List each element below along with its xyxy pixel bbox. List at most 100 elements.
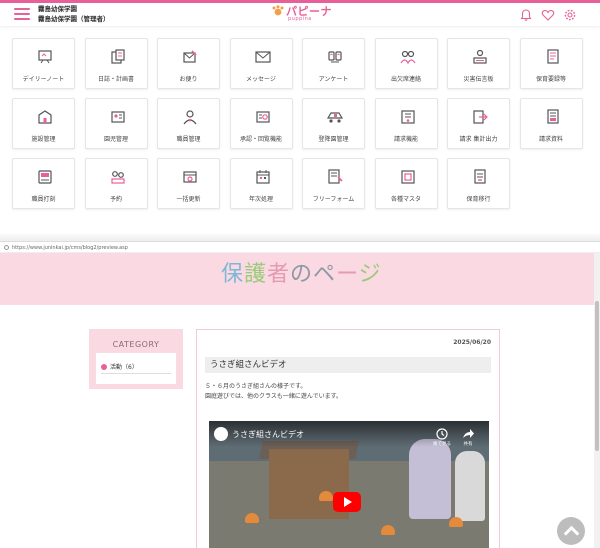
menu-tile-reservation[interactable]: 予約	[84, 158, 148, 209]
video-title[interactable]: うさぎ組さんビデオ	[232, 429, 304, 440]
menu-tile-free-form[interactable]: フリーフォーム	[302, 158, 365, 209]
menu-tile-label: 請求 集計出力	[459, 136, 498, 143]
play-button[interactable]	[333, 492, 361, 512]
menu-tile-label: 承認・回覧機能	[239, 136, 282, 143]
share-icon[interactable]	[461, 427, 475, 441]
video-scene-person	[455, 451, 485, 521]
post-date: 2025/06/20	[453, 339, 491, 346]
bulk-update-icon	[183, 171, 197, 183]
free-form-icon	[328, 169, 343, 184]
app-logo[interactable]: パピーナ puppina	[270, 3, 340, 25]
menu-tile-label: 登降園管理	[318, 136, 349, 143]
menu-tile-pickup[interactable]: 登降園管理	[302, 98, 365, 149]
menu-tile-invoice-export[interactable]: 請求 集計出力	[447, 98, 510, 149]
menu-tile-children[interactable]: 園児管理	[84, 98, 148, 149]
menu-tile-label: 請求機能	[393, 136, 418, 143]
menu-tile-label: メッセージ	[246, 76, 276, 83]
menu-tile-attendance[interactable]: 出欠席連絡	[374, 38, 438, 89]
menu-tile-disaster-board[interactable]: 災害伝言板	[447, 38, 510, 89]
share-label[interactable]: 共有	[458, 441, 478, 447]
approval-icon	[255, 111, 270, 123]
banner-title-part: 保	[221, 262, 245, 287]
menu-tile-label: デイリーノート	[22, 76, 65, 83]
menu-tile-label: 職員打刻	[31, 196, 56, 203]
hamburger-menu-icon[interactable]	[14, 8, 30, 20]
menu-tile-label: お便り	[179, 76, 198, 83]
pickup-icon	[326, 112, 344, 123]
menu-tile-label: 日誌・計画書	[97, 76, 134, 83]
menu-tile-envelope[interactable]: メッセージ	[229, 38, 293, 89]
channel-avatar[interactable]	[214, 427, 228, 441]
menu-tile-label: 各種マスタ	[390, 196, 421, 203]
records-icon	[546, 49, 559, 64]
menu-tile-journal[interactable]: 日誌・計画書	[84, 38, 148, 89]
staff-icon	[183, 110, 197, 125]
menu-tile-master[interactable]: 各種マスタ	[374, 158, 438, 209]
invoice-docs-icon	[546, 109, 559, 124]
video-scene-person	[409, 439, 451, 519]
scrollbar-thumb[interactable]	[595, 301, 599, 451]
category-divider	[101, 373, 171, 374]
banner-title: 保護者のページ	[221, 256, 382, 288]
watch-later-label[interactable]: 後で見る	[432, 441, 452, 447]
menu-tile-label: 予約	[109, 196, 122, 203]
gear-icon[interactable]	[563, 8, 577, 22]
menu-tile-label: 一括更新	[176, 196, 201, 203]
journal-icon	[110, 49, 125, 64]
bell-icon[interactable]	[519, 8, 533, 22]
category-list: 活動（6）	[96, 353, 176, 384]
banner-title-part: のペ	[290, 262, 337, 287]
menu-tile-label: 園児管理	[103, 136, 128, 143]
bullet-icon	[101, 364, 107, 370]
menu-tile-staff[interactable]: 職員管理	[157, 98, 220, 149]
invoice-export-icon	[473, 110, 488, 124]
invoice-icon	[400, 110, 415, 124]
time-clock-icon	[38, 170, 52, 184]
menu-tile-whiteboard[interactable]: デイリーノート	[12, 38, 75, 89]
menu-tile-invoice[interactable]: 請求機能	[374, 98, 438, 149]
video-scene-hat	[381, 525, 395, 535]
banner-title-part: 護	[244, 262, 268, 287]
banner-title-part: ー	[336, 262, 359, 287]
category-item-label: 活動（6）	[110, 364, 138, 371]
menu-tile-time-clock[interactable]: 職員打刻	[12, 158, 75, 209]
video-scene-hat	[245, 513, 259, 523]
calendar-icon	[255, 170, 270, 184]
post-title: うさぎ組さんビデオ	[205, 357, 491, 373]
watch-later-icon[interactable]	[435, 427, 449, 441]
migration-icon	[474, 169, 486, 184]
menu-tile-label: 請求資料	[538, 136, 563, 143]
video-embed[interactable]: うさぎ組さんビデオ 後で見る 共有	[209, 421, 489, 548]
menu-tile-label: 保育要録等	[535, 76, 566, 83]
menu-tile-bulk-update[interactable]: 一括更新	[157, 158, 220, 209]
menu-tile-migration[interactable]: 保育移行	[447, 158, 510, 209]
banner-title-part: 者	[267, 262, 291, 287]
category-item-activity[interactable]: 活動（6）	[101, 362, 138, 371]
letter-edit-icon	[183, 50, 197, 63]
menu-tile-calendar[interactable]: 年次処理	[229, 158, 293, 209]
menu-tile-label: 保育移行	[466, 196, 491, 203]
page-scrollbar[interactable]	[594, 253, 600, 548]
menu-tile-letter-edit[interactable]: お便り	[157, 38, 220, 89]
blog-post: 2025/06/20 うさぎ組さんビデオ ５・６月のうさぎ組さんの様子です。 園…	[196, 329, 500, 548]
back-to-top-button[interactable]	[557, 517, 585, 545]
menu-tile-records[interactable]: 保育要録等	[519, 38, 583, 89]
category-heading: CATEGORY	[112, 340, 160, 349]
envelope-icon	[254, 51, 271, 63]
whiteboard-icon	[38, 50, 52, 64]
org-line-1: 霧島幼保学園	[38, 5, 77, 13]
menu-tile-invoice-docs[interactable]: 請求資料	[519, 98, 583, 149]
master-icon	[400, 170, 415, 184]
survey-icon	[328, 51, 342, 63]
menu-tile-label: フリーフォーム	[312, 196, 355, 203]
menu-tile-label: 災害伝言板	[463, 76, 494, 83]
building-icon	[38, 110, 52, 124]
paw-logo-icon	[272, 5, 284, 16]
menu-tile-approval[interactable]: 承認・回覧機能	[229, 98, 293, 149]
post-body: ５・６月のうさぎ組さんの様子です。 園庭遊びでは、他のクラスも一緒に遊んでいます…	[205, 382, 342, 402]
logo-subtext: puppina	[288, 16, 312, 22]
menu-tile-survey[interactable]: アンケート	[302, 38, 365, 89]
menu-tile-building[interactable]: 施設管理	[12, 98, 75, 149]
menu-tile-label: 職員管理	[176, 136, 201, 143]
heart-icon[interactable]	[541, 8, 555, 22]
